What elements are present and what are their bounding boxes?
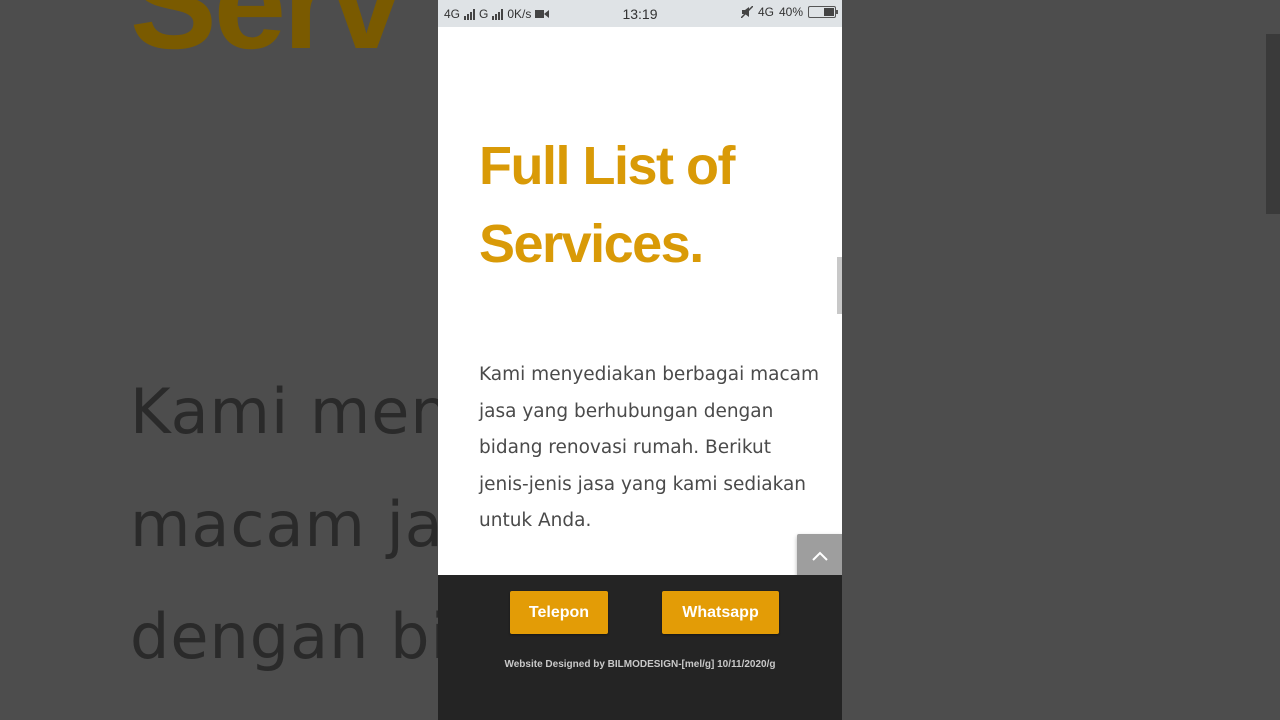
- status-bar: 4G G 0K/s 13:19 4G 40%: [438, 0, 842, 27]
- telepon-button[interactable]: Telepon: [510, 591, 608, 634]
- chevron-up-icon: [811, 551, 828, 561]
- battery-percent: 40%: [778, 5, 803, 19]
- back-to-top-button[interactable]: [797, 534, 842, 578]
- footer: Telepon Whatsapp Website Designed by BIL…: [438, 575, 842, 720]
- footer-credit: Website Designed by BILMODESIGN-[mel/g] …: [504, 659, 776, 670]
- bg-heading-fragment: Serv: [130, 0, 403, 76]
- network-type-right: 4G: [757, 5, 774, 19]
- scrollbar-thumb[interactable]: [837, 257, 842, 314]
- battery-icon: [808, 6, 838, 18]
- bg-scrollbar: [1266, 34, 1280, 214]
- mute-icon: [740, 6, 753, 18]
- status-right: 4G 40%: [740, 5, 838, 19]
- page-description: Kami menyediakan berbagai macam jasa yan…: [479, 364, 819, 531]
- phone-screen: 4G G 0K/s 13:19 4G 40% Full List of Serv…: [438, 0, 842, 720]
- page-title: Full List of Services.: [479, 136, 735, 274]
- page-content: Full List of Services. Kami menyediakan …: [438, 27, 842, 575]
- whatsapp-button[interactable]: Whatsapp: [662, 591, 779, 634]
